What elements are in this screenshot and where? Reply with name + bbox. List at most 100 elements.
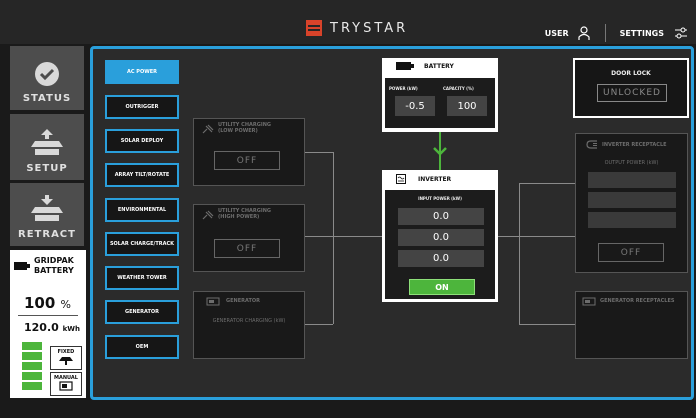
wire (305, 324, 333, 325)
menu-solar-deploy[interactable]: SOLAR DEPLOY (105, 129, 179, 153)
inverter-on-button[interactable]: ON (409, 279, 475, 295)
inverter-receptacle-off-button[interactable]: OFF (598, 243, 664, 262)
charge-bar (22, 362, 42, 370)
utility-low-off-button[interactable]: OFF (214, 151, 280, 170)
wire (305, 152, 333, 153)
menu-environmental[interactable]: ENVIRONMENTAL (105, 198, 179, 222)
generator-icon (582, 297, 596, 306)
inverter-receptacle-card: INVERTER RECEPTACLE OUTPUT POWER (kW) OF… (575, 133, 688, 273)
battery-capacity-value: 100 (447, 96, 487, 116)
door-lock-card: DOOR LOCK UNLOCKED (573, 58, 689, 118)
wire (519, 183, 520, 325)
generator-receptacles-title: GENERATOR RECEPTACLES (600, 298, 675, 304)
generator-receptacles-card: GENERATOR RECEPTACLES (575, 291, 688, 359)
wire (305, 236, 382, 237)
generator-card: GENERATOR GENERATOR CHARGING (kW) (193, 291, 305, 359)
generator-icon (206, 297, 220, 306)
battery-icon (396, 62, 414, 70)
battery-power-value: -0.5 (395, 96, 435, 116)
top-bar: TRYSTAR USER SETTINGS (0, 0, 696, 44)
manual-control-icon (59, 381, 73, 391)
menu-array-tilt-rotate[interactable]: ARRAY TILT/ROTATE (105, 163, 179, 187)
trystar-logo: TRYSTAR (306, 20, 408, 36)
input-power-value: 0.0 (398, 250, 484, 267)
gridpak-header: GRIDPAK BATTERY (14, 256, 74, 276)
gridpak-title: GRIDPAK BATTERY (34, 256, 74, 276)
menu-generator[interactable]: GENERATOR (105, 300, 179, 324)
utility-high-title: UTILITY CHARGING (HIGH POWER) (218, 208, 271, 220)
menu-weather-tower[interactable]: WEATHER TOWER (105, 266, 179, 290)
user-label[interactable]: USER (545, 29, 569, 38)
gridpak-battery-panel: GRIDPAK BATTERY 100 % 120.0 kWh FIXED MA… (10, 250, 86, 398)
battery-card-body: POWER (kW) CAPACITY (%) -0.5 100 (385, 78, 495, 128)
output-power-slot (588, 212, 676, 228)
charge-bar (22, 352, 42, 360)
checkmark-circle-icon (35, 62, 59, 86)
charge-level-bars (22, 342, 42, 392)
settings-label[interactable]: SETTINGS (620, 29, 664, 38)
utility-charging-high-card: UTILITY CHARGING (HIGH POWER) OFF (193, 204, 305, 272)
user-icon[interactable] (577, 26, 591, 40)
charge-bar (22, 372, 42, 380)
battery-energy: 120.0 kWh (24, 321, 80, 334)
menu-solar-charge-track[interactable]: SOLAR CHARGE/TRACK (105, 232, 179, 256)
fixed-array-icon (59, 357, 73, 365)
menu-outrigger[interactable]: OUTRIGGER (105, 95, 179, 119)
output-power-label: OUTPUT POWER (kW) (604, 160, 659, 166)
gridpak-divider (18, 315, 78, 316)
wire (519, 324, 575, 325)
battery-card-header: BATTERY (382, 58, 498, 72)
unlocked-button[interactable]: UNLOCKED (597, 84, 667, 102)
setup-button[interactable]: SETUP (10, 114, 84, 180)
setup-label: SETUP (26, 163, 68, 174)
battery-energy-value: 120.0 (24, 321, 59, 334)
flow-chevron-icon (433, 147, 447, 156)
status-button[interactable]: STATUS (10, 46, 84, 110)
gridpak-title-line2: BATTERY (34, 266, 74, 275)
inverter-card-body: INPUT POWER (kW) 0.0 0.0 0.0 ON (385, 190, 495, 299)
battery-energy-unit: kWh (62, 325, 81, 333)
gridpak-title-line1: GRIDPAK (34, 256, 74, 265)
inverter-card: INVERTER INPUT POWER (kW) 0.0 0.0 0.0 ON (382, 170, 498, 302)
inverter-receptacle-title: INVERTER RECEPTACLE (602, 142, 667, 148)
output-power-slot (588, 172, 676, 188)
menu-oem[interactable]: OEM (105, 335, 179, 359)
input-power-value: 0.0 (398, 208, 484, 225)
generator-subtitle: GENERATOR CHARGING (kW) (212, 318, 286, 324)
generator-title: GENERATOR (226, 298, 260, 304)
utility-charging-low-card: UTILITY CHARGING (LOW POWER) OFF (193, 118, 305, 186)
door-lock-title: DOOR LOCK (611, 70, 651, 77)
power-plug-icon (202, 124, 214, 134)
solar-array-expand-icon (31, 129, 63, 155)
fixed-mode-button[interactable]: FIXED (50, 346, 82, 370)
power-plug-icon (202, 210, 214, 220)
settings-sliders-icon[interactable] (674, 26, 688, 40)
battery-percent-unit: % (60, 298, 71, 311)
retract-button[interactable]: RETRACT (10, 183, 84, 246)
utility-low-title: UTILITY CHARGING (LOW POWER) (218, 122, 271, 134)
battery-card-title: BATTERY (424, 62, 454, 70)
inverter-card-title: INVERTER (418, 175, 452, 183)
top-right-controls: USER SETTINGS (545, 24, 688, 42)
wire (333, 236, 334, 324)
brand-name: TRYSTAR (330, 20, 409, 36)
inverter-card-header: INVERTER (382, 170, 498, 186)
battery-icon (14, 262, 30, 270)
utility-high-title-line2: (HIGH POWER) (218, 214, 260, 220)
battery-percent-value: 100 (24, 294, 56, 312)
header-divider (604, 24, 606, 42)
battery-percent: 100 % (24, 294, 71, 312)
charge-bar (22, 382, 42, 390)
trystar-logo-icon (306, 20, 322, 36)
wire (519, 183, 575, 184)
manual-mode-button[interactable]: MANUAL (50, 372, 82, 396)
input-power-value: 0.0 (398, 229, 484, 246)
utility-low-title-line2: (LOW POWER) (218, 128, 258, 134)
power-label: POWER (kW) (389, 86, 418, 91)
input-power-label: INPUT POWER (kW) (418, 196, 462, 201)
menu-ac-power[interactable]: AC POWER (105, 60, 179, 84)
receptacle-icon (586, 140, 597, 149)
utility-high-off-button[interactable]: OFF (214, 239, 280, 258)
retract-label: RETRACT (18, 229, 76, 240)
wire (333, 152, 334, 236)
